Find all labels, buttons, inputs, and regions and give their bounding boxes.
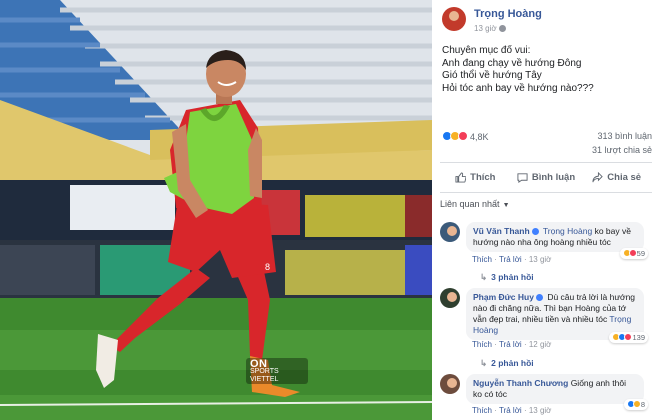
verified-badge-icon — [535, 293, 543, 301]
verified-badge-icon — [531, 227, 539, 235]
post-side-panel: Trọng Hoàng 13 giờ Chuyên mục đố vui: An… — [432, 0, 660, 420]
commenter-avatar[interactable] — [440, 222, 460, 242]
reaction-summary[interactable]: 4,8K — [442, 131, 489, 142]
comment-time[interactable]: 13 giờ — [529, 406, 552, 415]
post-line: Chuyên mục đố vui: — [442, 45, 531, 56]
post-author[interactable]: Trọng Hoàng — [474, 8, 542, 20]
post-line: Anh đang chạy về hướng Đông — [442, 57, 582, 69]
post-stats: 4,8K 313 bình luận 31 lượt chia sẻ — [442, 128, 652, 158]
globe-icon — [498, 25, 506, 32]
reply-arrow-icon: ↳ — [480, 272, 488, 282]
post-photo[interactable]: 8 ON SPORTS VIETTEL — [0, 0, 432, 420]
svg-text:8: 8 — [265, 262, 270, 272]
comment-reaction-count: 8 — [640, 400, 645, 409]
comment-time[interactable]: 13 giờ — [529, 255, 552, 264]
reaction-count: 4,8K — [470, 132, 489, 142]
comment-sort-label: Liên quan nhất — [440, 199, 500, 209]
comment-reaction-count: 59 — [636, 249, 645, 258]
comment-reply-link[interactable]: Trả lời — [499, 255, 522, 264]
comment-reply-link[interactable]: Trả lời — [499, 340, 522, 349]
comment-sort-dropdown[interactable]: Liên quan nhất ▼ — [440, 199, 510, 209]
comment-reactions[interactable]: 8 — [623, 399, 648, 410]
comment-reactions[interactable]: 139 — [609, 332, 648, 343]
commenter-name[interactable]: Vũ Văn Thanh — [473, 226, 530, 236]
comment-icon — [517, 172, 528, 183]
comment-like-link[interactable]: Thích — [472, 255, 492, 264]
comment-like-link[interactable]: Thích — [472, 340, 492, 349]
divider — [440, 192, 652, 193]
divider — [440, 162, 652, 163]
post-actions: Thích Bình luận Chia sẻ — [440, 165, 652, 189]
shares-count[interactable]: 31 lượt chia sẻ — [592, 145, 652, 155]
reply-arrow-icon: ↳ — [480, 358, 488, 368]
comment-like-link[interactable]: Thích — [472, 406, 492, 415]
chevron-down-icon: ▼ — [502, 202, 510, 209]
commenter-avatar[interactable] — [440, 374, 460, 394]
view-replies-link[interactable]: ↳ 3 phản hồi — [480, 272, 534, 283]
comments-count[interactable]: 313 bình luận — [597, 131, 652, 141]
commenter-name[interactable]: Phạm Đức Huy — [473, 292, 534, 302]
watermark-sub: SPORTS VIETTEL — [250, 368, 279, 383]
comment-reactions[interactable]: 59 — [619, 248, 648, 259]
view-replies-link[interactable]: ↳ 2 phản hồi — [480, 358, 534, 369]
post-time[interactable]: 13 giờ — [474, 24, 506, 33]
comment-meta: Thích · Trả lời · 13 giờ — [472, 406, 552, 415]
comment-button-label: Bình luận — [531, 171, 576, 183]
commenter-name[interactable]: Nguyễn Thanh Chương — [473, 378, 568, 388]
commenter-avatar[interactable] — [440, 288, 460, 308]
love-reaction-icon — [458, 131, 468, 141]
comment-mention[interactable]: Trọng Hoàng — [543, 226, 592, 236]
football-player-photo: 8 — [0, 0, 432, 420]
watermark-logo: ON — [250, 358, 268, 370]
onsports-watermark: ON SPORTS VIETTEL — [246, 358, 308, 384]
post-line: Hỏi tóc anh bay về hướng nào??? — [442, 82, 594, 94]
love-reaction-icon — [628, 249, 637, 257]
comment-meta: Thích · Trả lời · 13 giờ — [472, 255, 552, 264]
haha-reaction-icon — [632, 400, 641, 408]
like-button[interactable]: Thích — [440, 165, 511, 189]
comment-reaction-count: 139 — [632, 333, 645, 342]
comment-time[interactable]: 12 giờ — [529, 340, 552, 349]
comment-button[interactable]: Bình luận — [511, 165, 582, 189]
author-avatar[interactable] — [442, 7, 466, 31]
comment-reply-link[interactable]: Trả lời — [499, 406, 522, 415]
thumbs-up-icon — [455, 171, 467, 183]
post-text: Chuyên mục đố vui: Anh đang chạy về hướn… — [442, 45, 652, 95]
share-button[interactable]: Chia sẻ — [581, 165, 652, 189]
share-button-label: Chia sẻ — [607, 171, 642, 183]
comment-bubble: Vũ Văn Thanh Trọng Hoàng ko bay về hướng… — [466, 222, 644, 252]
comment-meta: Thích · Trả lời · 12 giờ — [472, 340, 552, 349]
like-button-label: Thích — [470, 171, 496, 183]
share-icon — [592, 171, 604, 182]
post-line: Gió thổi về hướng Tây — [442, 70, 542, 81]
comment-bubble: Nguyễn Thanh Chương Giống anh thôi ko có… — [466, 374, 644, 404]
